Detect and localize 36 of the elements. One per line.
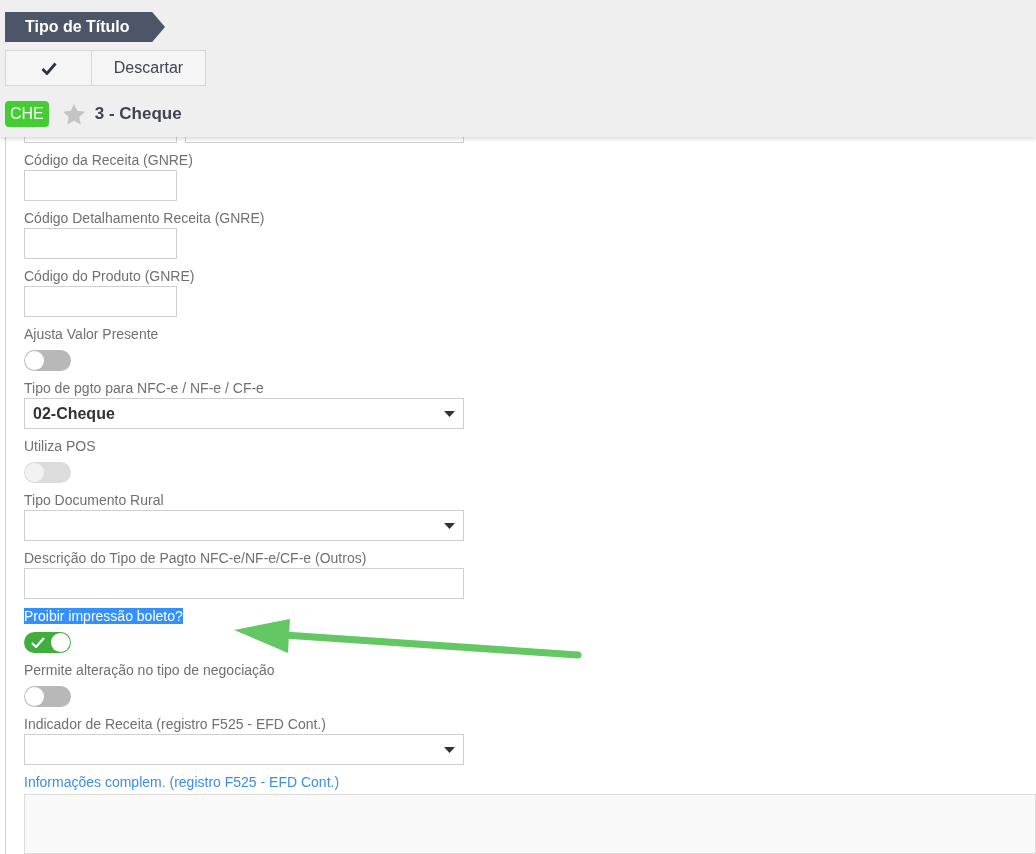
field-label: Indicador de Receita (registro F525 - EFD Cont.) (24, 716, 326, 732)
input-field[interactable] (185, 135, 464, 143)
select-field[interactable] (24, 734, 464, 765)
text-area[interactable] (24, 794, 1036, 854)
input-field[interactable] (24, 568, 464, 599)
status-badge: CHE (5, 101, 49, 127)
save-button[interactable] (5, 50, 92, 86)
toggle-switch[interactable] (24, 632, 71, 653)
field-label: Ajusta Valor Presente (24, 326, 159, 342)
toggle-switch[interactable] (24, 686, 71, 707)
input-field[interactable] (24, 170, 177, 201)
input-field[interactable] (24, 135, 177, 143)
select-field[interactable]: 02-Cheque (24, 398, 464, 429)
toggle-switch[interactable] (24, 350, 71, 371)
checkmark-icon (31, 637, 45, 648)
dropdown-caret-icon (444, 410, 455, 417)
checkmark-icon (40, 61, 57, 75)
field-label: Descrição do Tipo de Pagto NFC-e/NF-e/CF-e (Outros) (24, 550, 367, 566)
discard-button[interactable]: Descartar (92, 50, 206, 86)
select-field[interactable] (24, 510, 464, 541)
input-field[interactable] (24, 228, 177, 259)
dropdown-caret-icon (444, 522, 455, 529)
field-label: Utiliza POS (24, 438, 96, 454)
field-label: Código Detalhamento Receita (GNRE) (24, 210, 265, 226)
input-field[interactable] (24, 286, 177, 317)
star-icon[interactable] (62, 103, 85, 125)
field-label: Proibir impressão boleto? (24, 608, 183, 624)
field-label: Código do Produto (GNRE) (24, 268, 195, 284)
field-label: Tipo de pgto para NFC-e / NF-e / CF-e (24, 380, 264, 396)
dropdown-caret-icon (444, 746, 455, 753)
field-label: Permite alteração no tipo de negociação (24, 662, 275, 678)
breadcrumb-tag[interactable]: Tipo de Título (5, 12, 165, 42)
record-title: 3 - Cheque (94, 103, 182, 126)
field-label: Informações complem. (registro F525 - EFD Cont.) (24, 774, 340, 790)
field-label: Código da Receita (GNRE) (24, 152, 193, 168)
field-label: Tipo Documento Rural (24, 492, 164, 508)
